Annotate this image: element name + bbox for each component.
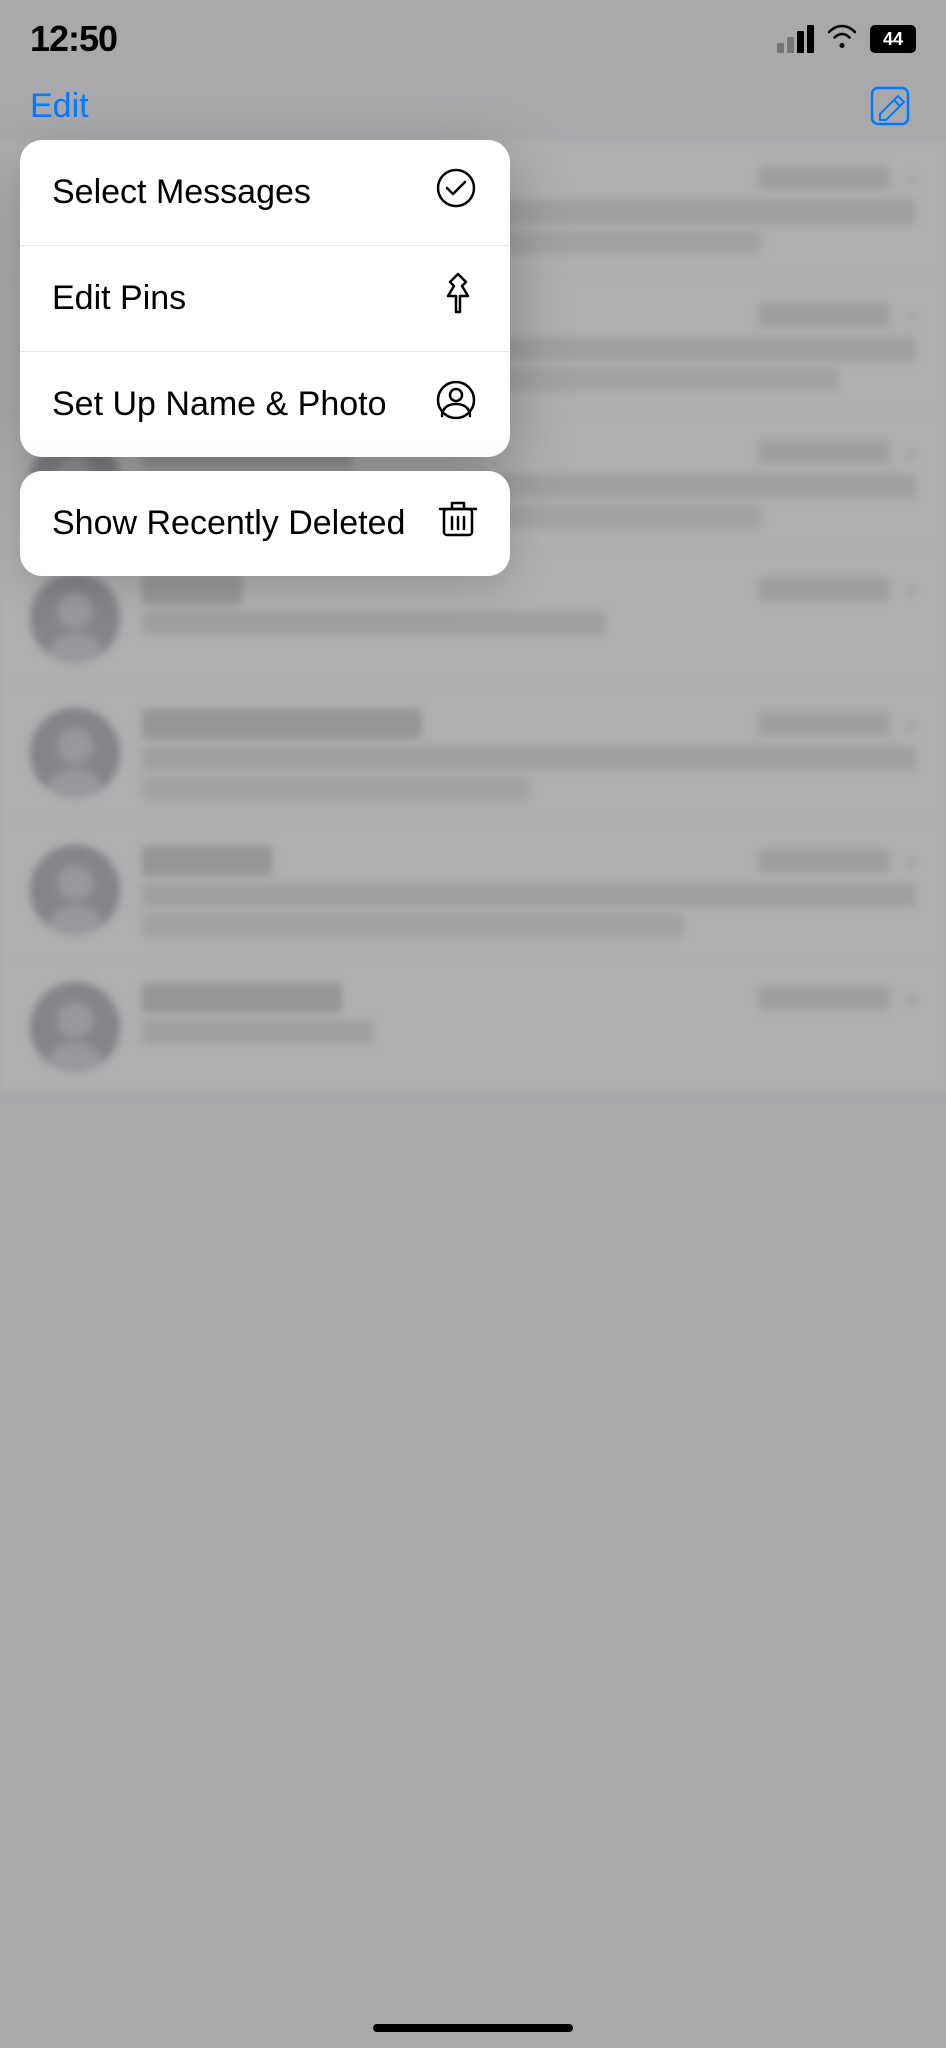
dropdown-menu: Select Messages Edit Pins: [20, 140, 510, 457]
select-messages-menu-item[interactable]: Select Messages: [20, 140, 510, 246]
home-indicator: [373, 2024, 573, 2032]
edit-button[interactable]: Edit: [30, 87, 89, 126]
recently-deleted-card: Show Recently Deleted: [20, 471, 510, 576]
signal-icon: [777, 25, 814, 53]
status-bar: 12:50 44: [0, 0, 946, 70]
dropdown-overlay: Select Messages Edit Pins: [20, 140, 510, 576]
show-recently-deleted-menu-item[interactable]: Show Recently Deleted: [20, 471, 510, 576]
edit-pins-label: Edit Pins: [52, 279, 186, 318]
select-messages-label: Select Messages: [52, 173, 311, 212]
setup-name-photo-menu-item[interactable]: Set Up Name & Photo: [20, 352, 510, 457]
nav-bar: Edit: [0, 70, 946, 148]
edit-pins-menu-item[interactable]: Edit Pins: [20, 246, 510, 352]
status-icons: 44: [777, 23, 916, 56]
setup-name-photo-label: Set Up Name & Photo: [52, 385, 387, 424]
compose-button[interactable]: [864, 80, 916, 132]
compose-icon: [868, 84, 912, 128]
battery-icon: 44: [870, 25, 916, 53]
circle-check-icon: [434, 166, 478, 219]
recently-deleted-label: Show Recently Deleted: [52, 504, 405, 543]
trash-icon: [438, 497, 478, 550]
person-circle-icon: [434, 378, 478, 431]
pin-icon: [438, 272, 478, 325]
wifi-icon: [826, 23, 858, 56]
app-container: › ›: [0, 0, 946, 2048]
status-time: 12:50: [30, 18, 117, 60]
